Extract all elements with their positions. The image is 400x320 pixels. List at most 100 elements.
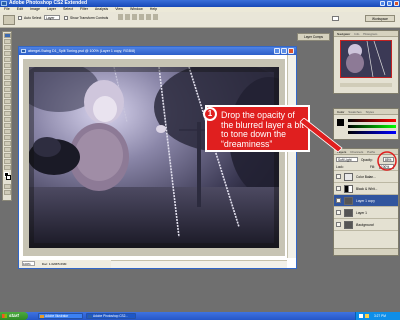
visibility-eye-icon[interactable] bbox=[336, 210, 341, 215]
vertical-scrollbar[interactable] bbox=[287, 55, 296, 258]
menu-edit[interactable]: Edit bbox=[17, 7, 23, 11]
screen-mode-icon[interactable] bbox=[3, 190, 11, 195]
pen-tool-icon[interactable] bbox=[3, 135, 11, 140]
shape-tool-icon[interactable] bbox=[3, 141, 11, 146]
visibility-eye-icon[interactable] bbox=[336, 222, 341, 227]
crop-tool-icon[interactable] bbox=[3, 63, 11, 68]
red-slider[interactable] bbox=[348, 119, 396, 122]
tab-styles[interactable]: Styles bbox=[366, 110, 374, 114]
align-right-icon[interactable] bbox=[153, 14, 158, 20]
eyedropper-tool-icon[interactable] bbox=[3, 153, 11, 158]
layer-row-background[interactable]: Background bbox=[334, 219, 398, 231]
doc-close-button[interactable] bbox=[288, 48, 294, 54]
eraser-tool-icon[interactable] bbox=[3, 99, 11, 104]
app-title: Adobe Photoshop CS2 Extended bbox=[9, 0, 88, 6]
tab-channels[interactable]: Channels bbox=[350, 150, 363, 154]
align-bottom-icon[interactable] bbox=[132, 14, 137, 20]
tray-network-icon[interactable] bbox=[359, 314, 363, 318]
document-title-bar[interactable]: abergel-Swing D1_Split Toning.psd @ 100%… bbox=[19, 47, 296, 55]
blue-slider[interactable] bbox=[348, 131, 396, 134]
menu-analysis[interactable]: Analysis bbox=[95, 7, 108, 11]
lasso-tool-icon[interactable] bbox=[3, 51, 11, 56]
windows-logo-icon bbox=[2, 314, 7, 318]
notes-tool-icon[interactable] bbox=[3, 147, 11, 152]
menu-select[interactable]: Select bbox=[63, 7, 73, 11]
tab-color[interactable]: Color bbox=[337, 110, 344, 114]
healing-brush-tool-icon[interactable] bbox=[3, 75, 11, 80]
transform-controls-checkbox[interactable] bbox=[64, 16, 68, 20]
fill-label: Fill: bbox=[370, 165, 375, 169]
system-tray: 3:27 PM bbox=[355, 312, 400, 320]
auto-select-dropdown[interactable]: Layer bbox=[44, 15, 60, 20]
layer-comps-tab[interactable]: Layer Comps bbox=[297, 33, 330, 41]
background-color-swatch[interactable] bbox=[6, 175, 11, 180]
menu-layer[interactable]: Layer bbox=[47, 7, 56, 11]
zoom-tool-icon[interactable] bbox=[3, 165, 11, 170]
align-center-icon[interactable] bbox=[146, 14, 151, 20]
taskbar-illustrator-button[interactable]: Adobe Illustrator bbox=[38, 313, 83, 319]
brush-tool-icon[interactable] bbox=[3, 81, 11, 86]
taskbar-photoshop-button[interactable]: Adobe Photoshop CS2... bbox=[86, 313, 136, 319]
path-selection-tool-icon[interactable] bbox=[3, 123, 11, 128]
adjustment-layer-icon bbox=[344, 185, 353, 193]
menu-file[interactable]: File bbox=[4, 7, 10, 11]
hand-tool-icon[interactable] bbox=[3, 159, 11, 164]
tab-swatches[interactable]: Swatches bbox=[348, 110, 361, 114]
layer-row-color-balance[interactable]: Color Balan... bbox=[334, 171, 398, 183]
dodge-tool-icon[interactable] bbox=[3, 117, 11, 122]
layer-row-layer-1[interactable]: Layer 1 bbox=[334, 207, 398, 219]
type-tool-icon[interactable] bbox=[3, 129, 11, 134]
layer-row-layer-1-copy[interactable]: Layer 1 copy bbox=[334, 195, 398, 207]
menu-filter[interactable]: Filter bbox=[80, 7, 88, 11]
move-tool-preset-icon[interactable] bbox=[3, 15, 15, 25]
menu-view[interactable]: View bbox=[115, 7, 123, 11]
move-tool-icon[interactable] bbox=[3, 39, 11, 44]
visibility-eye-icon[interactable] bbox=[336, 198, 341, 203]
menu-help[interactable]: Help bbox=[150, 7, 157, 11]
start-button[interactable]: start bbox=[0, 312, 28, 320]
doc-minimize-button[interactable] bbox=[274, 48, 280, 54]
tab-navigator[interactable]: Navigator bbox=[337, 32, 350, 36]
slice-tool-icon[interactable] bbox=[3, 69, 11, 74]
clone-stamp-tool-icon[interactable] bbox=[3, 87, 11, 92]
minimize-button[interactable] bbox=[380, 1, 385, 6]
layers-panel-footer bbox=[334, 248, 398, 255]
green-slider[interactable] bbox=[348, 125, 396, 128]
visibility-eye-icon[interactable] bbox=[336, 174, 341, 179]
visibility-eye-icon[interactable] bbox=[336, 186, 341, 191]
zoom-field[interactable]: 100% bbox=[22, 261, 35, 266]
doc-maximize-button[interactable] bbox=[281, 48, 287, 54]
tray-volume-icon[interactable] bbox=[365, 314, 369, 318]
auto-select-checkbox[interactable] bbox=[18, 16, 22, 20]
navigator-thumbnail[interactable] bbox=[340, 40, 392, 78]
opacity-highlight-circle bbox=[377, 151, 397, 171]
workspace-button[interactable]: Workspace bbox=[365, 15, 395, 22]
align-buttons bbox=[118, 14, 178, 22]
app-title-bar: Adobe Photoshop CS2 Extended bbox=[0, 0, 400, 7]
document-canvas[interactable] bbox=[23, 59, 285, 256]
close-button[interactable] bbox=[394, 1, 399, 6]
tab-info[interactable]: Info bbox=[354, 32, 359, 36]
gradient-tool-icon[interactable] bbox=[3, 105, 11, 110]
marquee-tool-icon[interactable] bbox=[3, 45, 11, 50]
tab-paths[interactable]: Paths bbox=[367, 150, 375, 154]
illustrator-icon bbox=[40, 315, 44, 318]
maximize-button[interactable] bbox=[387, 1, 392, 6]
menu-window[interactable]: Window bbox=[130, 7, 143, 11]
layer-row-black-white[interactable]: Black & Whit... bbox=[334, 183, 398, 195]
align-top-icon[interactable] bbox=[118, 14, 123, 20]
magic-wand-tool-icon[interactable] bbox=[3, 57, 11, 62]
quick-mask-icon[interactable] bbox=[3, 184, 11, 189]
align-middle-icon[interactable] bbox=[125, 14, 130, 20]
tab-histogram[interactable]: Histogram bbox=[363, 32, 377, 36]
adjustment-layer-icon bbox=[344, 173, 353, 181]
horizontal-scrollbar[interactable] bbox=[111, 260, 287, 268]
align-left-icon[interactable] bbox=[139, 14, 144, 20]
bridge-icon[interactable] bbox=[332, 16, 339, 21]
navigator-zoom-slider[interactable] bbox=[340, 83, 392, 87]
layer-name: Layer 1 bbox=[356, 211, 367, 215]
blur-tool-icon[interactable] bbox=[3, 111, 11, 116]
menu-image[interactable]: Image bbox=[30, 7, 40, 11]
history-brush-tool-icon[interactable] bbox=[3, 93, 11, 98]
photo-girl-on-swing bbox=[29, 67, 279, 248]
